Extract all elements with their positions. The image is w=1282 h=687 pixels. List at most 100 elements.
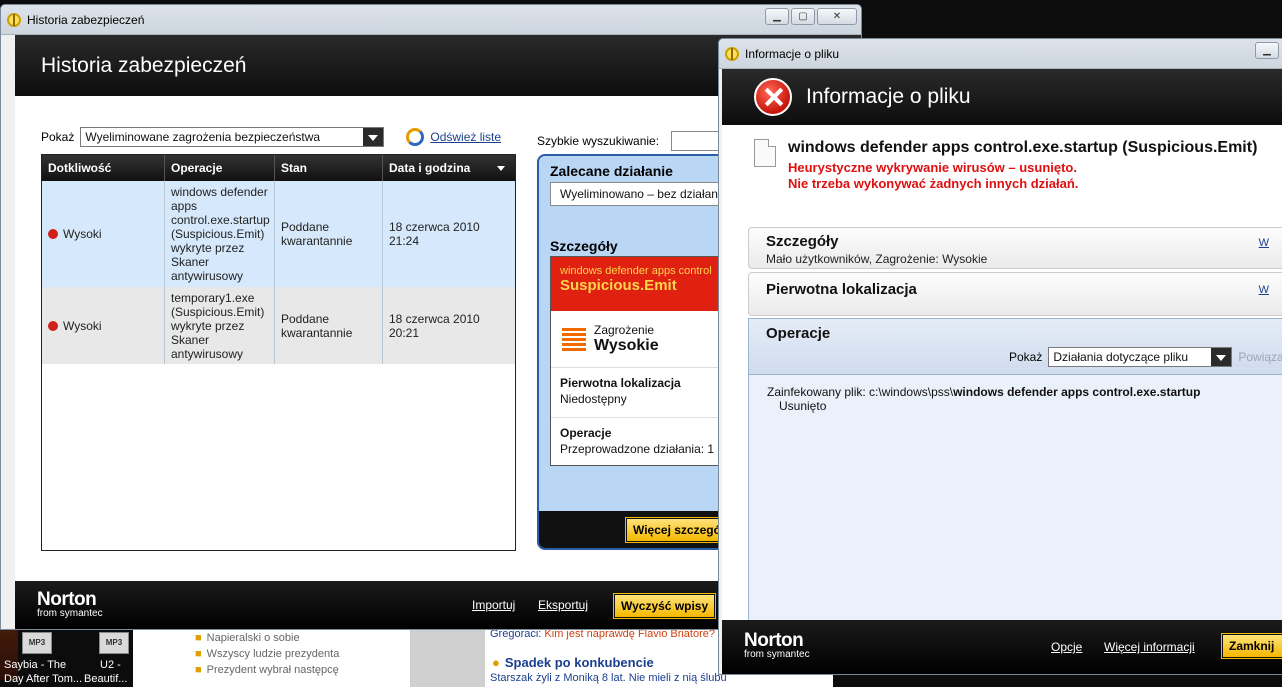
original-location-title: Pierwotna lokalizacja	[766, 281, 917, 298]
date-cell: 18 czerwca 2010 20:21	[389, 311, 480, 340]
table-header: Dotkliwość Operacje Stan Data i godzina	[42, 155, 515, 181]
news-link[interactable]: ■ Wszyscy ludzie prezydenta	[195, 646, 339, 662]
desktop-item-label[interactable]: U2 -	[100, 659, 121, 671]
refresh-icon[interactable]	[406, 128, 425, 146]
refresh-link-text[interactable]: Odśwież liste	[430, 130, 501, 144]
close-dialog-button[interactable]: Zamknij	[1221, 633, 1282, 659]
window-titlebar[interactable]: Historia zabezpieczeń ▁ ▢ ✕	[1, 5, 861, 35]
export-link[interactable]: Eksportuj	[538, 598, 588, 612]
desktop-item-label[interactable]: Beautif...	[84, 673, 127, 685]
operations-panel: Operacje Pokaż Działania dotyczące pliku…	[748, 318, 1282, 634]
red-dot-icon	[48, 229, 58, 239]
date-cell: 18 czerwca 2010 21:24	[389, 220, 480, 248]
desktop-item-label[interactable]: Saybia - The	[4, 659, 66, 671]
norton-app-icon	[725, 46, 739, 61]
operations-title: Operacje	[560, 426, 612, 440]
red-dot-icon	[48, 320, 58, 331]
news-thumbnail[interactable]	[410, 630, 485, 687]
news-title[interactable]: ● Spadek po konkubencie	[492, 655, 654, 670]
column-header-severity[interactable]: Dotkliwość	[42, 155, 165, 181]
status-cell: Poddane kwarantannie	[275, 181, 383, 287]
news-link[interactable]: ■ Napieralski o sobie	[195, 630, 339, 646]
window-titlebar[interactable]: Informacje o pliku ▁	[719, 39, 1282, 69]
news-link-list: ■ Napieralski o sobie ■ Wszyscy ludzie pre…	[195, 630, 339, 678]
file-summary: windows defender apps control.exe.startu…	[754, 139, 1257, 192]
quick-search-input[interactable]	[671, 131, 722, 151]
page-title: Historia zabezpieczeń	[41, 53, 247, 77]
filter-row: Pokaż Wyeliminowane zagrożenia bezpiecze…	[41, 127, 501, 147]
details-panel: Zalecane działanie Wyeliminowano – bez d…	[537, 154, 737, 550]
details-section-summary: Mało użytkowników, Zagrożenie: Wysokie	[766, 252, 988, 266]
operation-cell: temporary1.exe (Suspicious.Emit) wykryte…	[165, 287, 275, 364]
status-cell: Poddane kwarantannie	[275, 287, 383, 364]
clear-entries-button[interactable]: Wyczyść wpisy	[612, 593, 717, 619]
threat-value: Wysokie	[594, 337, 659, 354]
column-header-date[interactable]: Data i godzina	[383, 155, 515, 181]
options-link[interactable]: Opcje	[1051, 640, 1082, 654]
header-bar: Informacje o pliku	[722, 69, 1282, 125]
news-link[interactable]: ■ Prezydent wybrał następcę	[195, 662, 339, 678]
quick-search-label: Szybkie wyszukiwanie:	[537, 134, 660, 148]
window-content: Informacje o pliku windows defender apps…	[722, 69, 1282, 674]
chevron-down-icon[interactable]	[1211, 348, 1232, 366]
threat-level-icon	[562, 327, 586, 351]
table-row[interactable]: Wysoki windows defender apps control.exe…	[42, 181, 515, 287]
norton-app-icon	[7, 12, 21, 27]
show-dropdown[interactable]: Wyeliminowane zagrożenia bezpieczeństwa	[80, 127, 385, 147]
infected-file-label: Zainfekowany plik: c:\windows\pss\	[767, 385, 954, 399]
error-icon	[754, 78, 792, 116]
recommended-action-dropdown[interactable]: Wyeliminowano – bez działania	[550, 182, 735, 206]
removed-status: Usunięto	[779, 399, 827, 413]
minimize-button[interactable]: ▁	[765, 8, 789, 25]
show-dropdown-value: Wyeliminowane zagrożenia bezpieczeństwa	[85, 130, 321, 144]
details-section-link[interactable]: W	[1259, 237, 1269, 249]
footer-bar: Norton from symantec Opcje Więcej inform…	[722, 620, 1282, 674]
norton-logo-subtext: from symantec	[744, 649, 810, 660]
operations-section: Operacje Przeprowadzone działania: 1	[551, 418, 735, 468]
operations-title: Operacje	[766, 325, 831, 342]
news-subtitle[interactable]: Starszak żyli z Moniką 8 lat. Nie mieli …	[490, 672, 727, 684]
threat-file-name: windows defender apps control	[560, 265, 712, 277]
chevron-down-icon[interactable]	[363, 128, 384, 146]
operations-filter: Pokaż Działania dotyczące pliku Powiązan…	[1009, 347, 1282, 367]
maximize-button[interactable]: ▢	[791, 8, 815, 25]
more-info-link[interactable]: Więcej informacji	[1104, 640, 1195, 654]
file-info-window: Informacje o pliku ▁ Informacje o pliku …	[718, 38, 1282, 675]
refresh-link[interactable]: Odśwież liste	[406, 128, 501, 146]
details-footer: Więcej szczegółów	[539, 511, 735, 548]
file-icon	[754, 139, 776, 167]
details-title: Szczegóły	[550, 238, 618, 254]
norton-logo: Norton from symantec	[744, 630, 810, 660]
operations-show-dropdown[interactable]: Działania dotyczące pliku	[1048, 347, 1233, 367]
column-header-status[interactable]: Stan	[275, 155, 383, 181]
file-name: windows defender apps control.exe.startu…	[788, 139, 1258, 156]
infected-file-line: Zainfekowany plik: c:\windows\pss\window…	[767, 385, 1282, 399]
close-button[interactable]: ✕	[817, 8, 857, 25]
original-location-value: Niedostępny	[560, 392, 627, 406]
table-row[interactable]: Wysoki temporary1.exe (Suspicious.Emit) …	[42, 287, 515, 364]
threat-level: Zagrożenie Wysokie	[551, 311, 735, 368]
infected-file-name: windows defender apps control.exe.startu…	[953, 385, 1201, 399]
operation-cell: windows defender apps control.exe.startu…	[165, 181, 275, 287]
show-label: Pokaż	[1009, 350, 1043, 364]
original-location-link[interactable]: W	[1259, 284, 1269, 296]
minimize-button[interactable]: ▁	[1255, 42, 1279, 59]
desktop-item-label[interactable]: Day After Tom...	[4, 673, 82, 685]
threat-name: Suspicious.Emit	[560, 277, 677, 294]
page-title: Informacje o pliku	[806, 85, 971, 108]
quick-search: Szybkie wyszukiwanie:	[537, 131, 722, 151]
related-link[interactable]: Powiązane	[1238, 350, 1282, 364]
severity-cell: Wysoki	[42, 287, 165, 364]
mp3-file-icon[interactable]: MP3	[99, 632, 129, 654]
column-header-operations[interactable]: Operacje	[165, 155, 275, 181]
sort-arrow-icon[interactable]	[497, 166, 505, 171]
detection-status: Heurystyczne wykrywanie wirusów – usunię…	[788, 160, 1077, 175]
import-link[interactable]: Importuj	[472, 598, 515, 612]
details-section[interactable]: Szczegóły Mało użytkowników, Zagrożenie:…	[748, 227, 1282, 269]
severity-cell: Wysoki	[42, 181, 165, 287]
mp3-file-icon[interactable]: MP3	[22, 632, 52, 654]
action-status: Nie trzeba wykonywać żadnych innych dzia…	[788, 176, 1079, 191]
operations-value: Przeprowadzone działania: 1	[560, 442, 715, 456]
norton-logo: Norton from symantec	[37, 589, 103, 619]
original-location-section[interactable]: Pierwotna lokalizacja W	[748, 272, 1282, 316]
